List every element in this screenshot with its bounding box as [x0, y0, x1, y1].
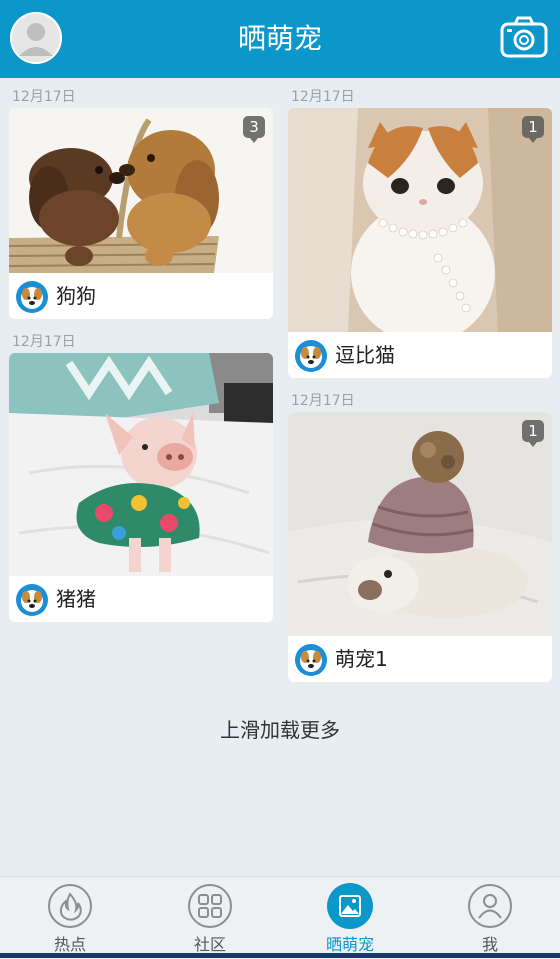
post-image-rabbit[interactable]: 1	[288, 412, 552, 636]
post-title: 逗比猫	[335, 343, 395, 367]
author-avatar-icon[interactable]	[16, 584, 48, 616]
tab-label: 晒萌宠	[325, 935, 374, 954]
tab-label: 热点	[53, 935, 86, 954]
card-footer: 猪猪	[9, 576, 273, 622]
post-image-piglet[interactable]	[9, 353, 273, 576]
post-title: 狗狗	[56, 284, 96, 308]
tab-label: 社区	[193, 935, 226, 954]
post-date: 12月17日	[12, 89, 76, 105]
post-title: 萌宠1	[335, 647, 388, 671]
tab-show-pets[interactable]: 晒萌宠	[280, 877, 420, 959]
bottom-tab-bar: 热点 社区 晒萌宠 我	[0, 876, 560, 959]
feed-column-left: 12月17日 3 狗狗 12月17日 猪猪	[9, 86, 273, 628]
card-footer: 逗比猫	[288, 332, 552, 378]
post-card-cat[interactable]: 1 逗比猫	[288, 108, 552, 378]
app-header: 晒萌宠	[0, 0, 560, 78]
author-avatar-icon[interactable]	[295, 340, 327, 372]
post-card-rabbit[interactable]: 1 萌宠1	[288, 412, 552, 682]
card-footer: 萌宠1	[288, 636, 552, 682]
card-footer: 狗狗	[9, 273, 273, 319]
flame-icon	[47, 883, 93, 929]
tab-label: 我	[481, 935, 498, 954]
post-date: 12月17日	[291, 393, 355, 409]
load-more-hint[interactable]: 上滑加载更多	[0, 714, 560, 743]
picture-icon	[327, 883, 373, 929]
comment-count-badge: 1	[522, 116, 544, 143]
user-icon	[467, 883, 513, 929]
tab-community[interactable]: 社区	[140, 877, 280, 959]
post-image-puppies[interactable]: 3	[9, 108, 273, 273]
post-card-dog[interactable]: 3 狗狗	[9, 108, 273, 319]
post-date: 12月17日	[12, 334, 76, 350]
post-card-pig[interactable]: 猪猪	[9, 353, 273, 622]
post-title: 猪猪	[56, 587, 96, 611]
page-title: 晒萌宠	[237, 22, 322, 55]
grid-icon	[187, 883, 233, 929]
post-date: 12月17日	[291, 89, 355, 105]
camera-icon[interactable]	[500, 16, 548, 60]
screen-edge	[0, 953, 560, 958]
post-image-cat[interactable]: 1	[288, 108, 552, 332]
comment-count-badge: 1	[522, 420, 544, 447]
tab-hot[interactable]: 热点	[0, 877, 140, 959]
comment-count-badge: 3	[243, 116, 265, 143]
author-avatar-icon[interactable]	[16, 281, 48, 313]
feed-column-right: 12月17日 1 逗比猫 12月17日 1 萌宠1	[288, 86, 552, 688]
author-avatar-icon[interactable]	[295, 644, 327, 676]
tab-me[interactable]: 我	[420, 877, 560, 959]
